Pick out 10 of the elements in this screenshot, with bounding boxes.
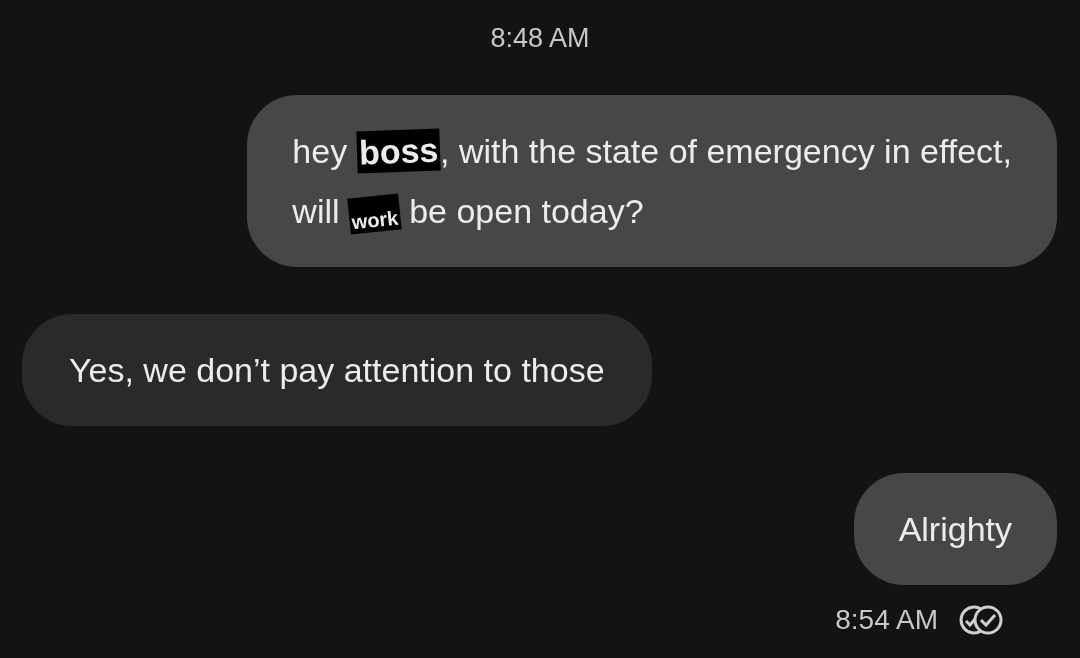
message-text: be open today? <box>408 191 644 230</box>
message-text: Alrighty <box>898 509 1012 548</box>
message-text: Yes, we don’t pay attention to those <box>69 350 605 389</box>
timestamp: 8:48 AM <box>490 22 590 55</box>
message-time: 8:54 AM <box>835 602 938 637</box>
message-text: hey <box>292 131 349 170</box>
message-text: , with the state of emergency in effect, <box>440 131 1012 170</box>
redaction-label: boss <box>355 128 441 173</box>
message-text: will <box>292 191 341 230</box>
redaction-label: work <box>347 192 402 235</box>
